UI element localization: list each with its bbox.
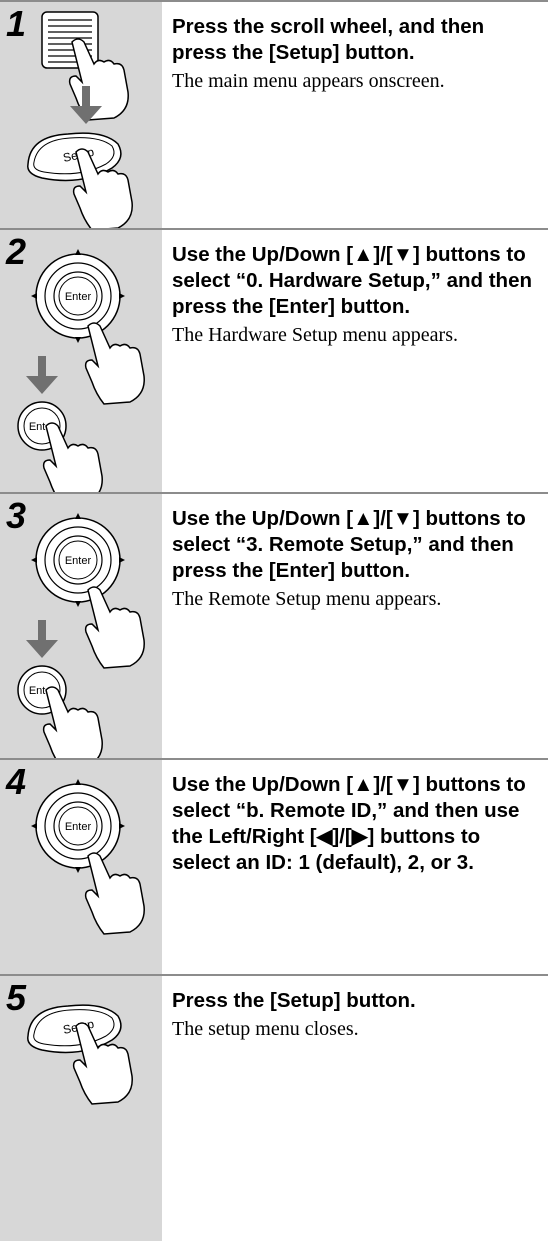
step-1: Setup 1 Press the scroll wheel, and then… — [0, 2, 548, 228]
step-text: Use the Up/Down [▲]/[▼] buttons to selec… — [172, 772, 540, 876]
step-instruction: Use the Up/Down [▲]/[▼] buttons to selec… — [172, 243, 532, 318]
step-instruction: Press the scroll wheel, and then press t… — [172, 15, 485, 64]
step-text: Press the scroll wheel, and then press t… — [172, 14, 540, 94]
down-arrow-icon — [26, 620, 58, 658]
step-number: 5 — [6, 977, 27, 1018]
step-text: Use the Up/Down [▲]/[▼] buttons to selec… — [172, 242, 540, 348]
step-3: Enter Enter 3 Use the Up/Down [▲]/[▼] bu… — [0, 494, 548, 758]
enter-button-label: Enter — [65, 555, 92, 567]
step-result: The Remote Setup menu appears. — [172, 588, 442, 610]
down-arrow-icon — [26, 356, 58, 394]
pointing-hand-icon — [84, 852, 145, 935]
step-number: 2 — [6, 231, 27, 272]
enter-button-label: Enter — [65, 291, 92, 303]
step-result: The Hardware Setup menu appears. — [172, 324, 458, 346]
pointing-hand-icon — [84, 586, 145, 669]
step-result: The setup menu closes. — [172, 1018, 359, 1040]
step-instruction: Press the [Setup] button. — [172, 989, 416, 1012]
step-result: The main menu appears onscreen. — [172, 70, 445, 92]
pointing-hand-icon — [42, 686, 103, 758]
step-instruction: Use the Up/Down [▲]/[▼] buttons to selec… — [172, 507, 526, 582]
step-instruction: Use the Up/Down [▲]/[▼] buttons to selec… — [172, 773, 526, 874]
instruction-page: Setup 1 Press the scroll wheel, and then… — [0, 0, 548, 1245]
pointing-hand-icon — [84, 322, 145, 405]
step-number: 3 — [6, 495, 27, 536]
step-number: 1 — [6, 3, 27, 44]
step-4: Enter 4 Use the Up/Down [▲]/[▼] buttons … — [0, 760, 548, 974]
pointing-hand-icon — [42, 422, 103, 492]
step-number: 4 — [6, 761, 27, 802]
step-2: Enter Enter 2 Use the Up/Down [▲]/[▼] bu… — [0, 230, 548, 492]
step-text: Use the Up/Down [▲]/[▼] buttons to selec… — [172, 506, 540, 612]
enter-button-label: Enter — [65, 821, 92, 833]
step-text: Press the [Setup] button. The setup menu… — [172, 988, 540, 1042]
step-5: Setup 5 Press the [Setup] button. The se… — [0, 976, 548, 1241]
